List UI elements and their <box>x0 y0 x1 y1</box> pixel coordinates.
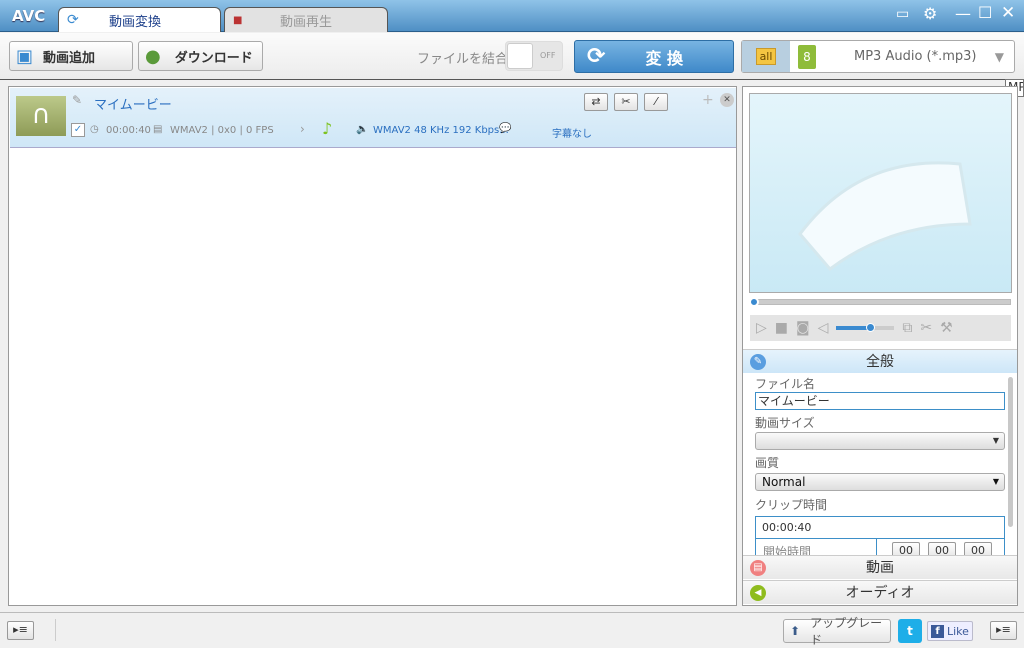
status-bar: ▸≡ ⬆ アップグレード t f Like ▸≡ <box>0 612 1024 647</box>
film-add-icon: ▣ <box>16 45 34 67</box>
file-name-label: ファイル名 <box>755 377 816 391</box>
pencil-icon[interactable]: ✎ <box>72 93 82 107</box>
section-title: 全般 <box>866 354 894 370</box>
minimize-icon[interactable]: — <box>955 4 971 23</box>
toggle-state: OFF <box>540 51 556 60</box>
title-bar: AVC ⟳ 動画変換 ■ 動画再生 ▭ ⚙ — ☐ ✕ <box>0 0 1024 32</box>
scrollbar[interactable] <box>1008 377 1013 527</box>
camera-icon[interactable]: ◙ <box>796 320 810 336</box>
copy-icon[interactable]: ⧉ <box>902 320 912 336</box>
chevron-down-icon: ▼ <box>992 477 999 486</box>
add-video-button[interactable]: ▣ 動画追加 <box>9 41 133 71</box>
clip-label: クリップ時間 <box>755 498 828 512</box>
clip-duration: 00:00:40 <box>756 517 1004 539</box>
section-video[interactable]: ▤ 動画 <box>743 555 1017 579</box>
upload-icon: ⬆ <box>790 624 801 638</box>
maximize-icon[interactable]: ☐ <box>978 3 992 22</box>
globe-icon: ● <box>145 45 161 67</box>
tab-player[interactable]: ■ 動画再生 <box>224 7 388 32</box>
music-note-icon: ♪ <box>322 119 333 138</box>
facebook-like-button[interactable]: f Like <box>927 621 973 641</box>
remove-icon[interactable]: ✕ <box>720 93 734 107</box>
gear-icon[interactable]: ⚙ <box>923 4 937 23</box>
device-icon[interactable]: ▭ <box>896 6 909 22</box>
download-button[interactable]: ● ダウンロード <box>138 41 263 71</box>
button-label: 変 換 <box>645 48 684 68</box>
headphones-icon: ∩ <box>16 96 66 136</box>
twitter-icon[interactable]: t <box>898 619 922 643</box>
video-size-select[interactable]: ▼ <box>755 432 1005 450</box>
file-name-input[interactable]: マイムービー <box>755 392 1005 410</box>
upgrade-button[interactable]: ⬆ アップグレード <box>783 616 891 647</box>
camera-icon: ■ <box>233 14 243 26</box>
convert-icon: ⟳ <box>67 12 79 28</box>
chevron-down-icon: ▼ <box>994 49 1004 64</box>
wrench-icon: ✎ <box>750 354 766 370</box>
profile-label: MP3 Audio (*.mp3) <box>854 49 977 64</box>
player-controls: ▷ ■ ◙ ◁ ⧉ ✂ ⚒ <box>750 315 1011 341</box>
subtitle-icon: 💬 <box>499 123 512 134</box>
item-name[interactable]: マイムービー <box>94 94 172 113</box>
chevron-right-icon: › <box>300 122 305 136</box>
section-title: 動画 <box>866 560 894 576</box>
all-formats-icon: all <box>755 48 777 65</box>
plus-icon[interactable]: + <box>702 92 714 108</box>
select-value: Normal <box>762 475 806 489</box>
play-icon[interactable]: ▷ <box>756 320 767 336</box>
button-label: ダウンロード <box>174 50 253 66</box>
clip-box: 00:00:40 開始時間 00 00 00 <box>755 516 1005 556</box>
video-info: WMAV2 | 0x0 | 0 FPS <box>170 125 274 136</box>
button-label: 動画追加 <box>43 50 96 66</box>
audio-info[interactable]: WMAV2 48 KHz 192 Kbps... <box>373 125 509 136</box>
facebook-icon: f <box>931 624 944 638</box>
profile-select[interactable]: all 8 MP3 Audio (*.mp3) ▼ <box>741 40 1015 73</box>
chevron-down-icon: ▼ <box>992 436 999 445</box>
tab-label: 動画変換 <box>109 14 162 30</box>
item-checkbox[interactable]: ✓ <box>71 123 85 137</box>
toggle-panel-button[interactable]: ▸≡ <box>990 621 1017 640</box>
button-label: Like <box>947 624 969 638</box>
merge-toggle[interactable]: OFF <box>505 41 563 71</box>
start-minute-input[interactable]: 00 <box>928 542 956 555</box>
item-duration: 00:00:40 <box>106 125 151 136</box>
volume-icon: 🔈 <box>356 124 369 135</box>
volume-slider[interactable] <box>836 323 895 332</box>
tab-convert[interactable]: ⟳ 動画変換 <box>58 7 221 32</box>
merge-label: ファイルを結合 <box>417 52 509 67</box>
scissors-button[interactable]: ✂ <box>614 93 638 111</box>
file-list: ∩ ✎ マイムービー ✓ ◷ 00:00:40 ▤ WMAV2 | 0x0 | … <box>8 86 737 606</box>
subtitle-info[interactable]: 字幕なし <box>552 125 592 140</box>
film-icon: ▤ <box>750 560 766 576</box>
start-hour-input[interactable]: 00 <box>892 542 920 555</box>
magic-wand-button[interactable]: ⁄ <box>644 93 668 111</box>
speaker-icon: 8 <box>798 44 816 69</box>
refresh-icon: ⟳ <box>587 44 606 69</box>
tab-label: 動画再生 <box>280 14 333 30</box>
convert-button[interactable]: ⟳ 変 換 <box>574 40 734 73</box>
speaker-icon: ◀ <box>750 585 766 601</box>
scissors-icon[interactable]: ✂ <box>920 320 932 336</box>
section-title: オーディオ <box>845 585 915 601</box>
stop-icon[interactable]: ■ <box>775 320 788 336</box>
toggle-list-button[interactable]: ▸≡ <box>7 621 34 640</box>
volume-icon[interactable]: ◁ <box>818 320 829 336</box>
side-panel: ▷ ■ ◙ ◁ ⧉ ✂ ⚒ ✎ 全般 ファイル名 マイムービー 動画サイズ ▼ 画質 Nor… <box>742 86 1018 606</box>
app-logo: AVC <box>12 7 46 25</box>
list-item[interactable]: ∩ ✎ マイムービー ✓ ◷ 00:00:40 ▤ WMAV2 | 0x0 | … <box>10 88 736 148</box>
convert-settings-button[interactable]: ⇄ <box>584 93 608 111</box>
video-size-label: 動画サイズ <box>755 416 815 430</box>
wand-icon[interactable]: ⚒ <box>940 320 953 336</box>
quality-label: 画質 <box>755 456 780 470</box>
seek-bar[interactable] <box>749 297 1011 307</box>
film-strip-icon <box>798 161 972 272</box>
close-icon[interactable]: ✕ <box>1001 3 1015 23</box>
quality-select[interactable]: Normal ▼ <box>755 473 1005 491</box>
section-general[interactable]: ✎ 全般 <box>743 349 1017 373</box>
start-second-input[interactable]: 00 <box>964 542 992 555</box>
button-label: アップグレード <box>810 616 883 647</box>
film-icon: ▤ <box>153 124 163 135</box>
section-audio[interactable]: ◀ オーディオ <box>743 580 1017 604</box>
preview-area <box>749 93 1012 293</box>
clock-icon: ◷ <box>90 124 99 135</box>
